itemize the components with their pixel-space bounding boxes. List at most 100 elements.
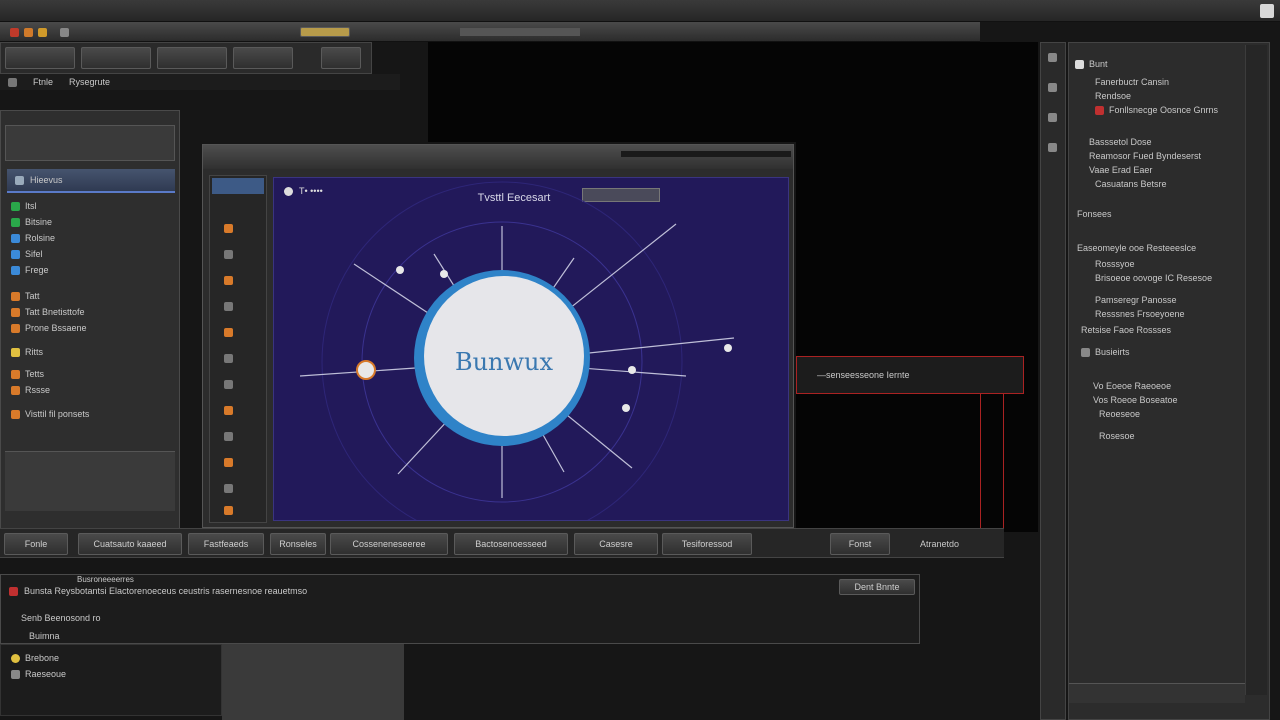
left-panel-header[interactable]: Hieevus: [7, 169, 175, 193]
property-row: Vaae Erad Eaer: [1075, 163, 1243, 177]
property-row: Pamseregr Panosse: [1075, 293, 1243, 307]
tree-item[interactable]: Itsl: [11, 199, 173, 213]
tool-icon[interactable]: [224, 276, 233, 285]
callout-box[interactable]: —senseesseone Iernte: [796, 356, 1024, 394]
property-text: Casuatans Betsre: [1095, 179, 1167, 189]
tab[interactable]: Fastfeaeds: [188, 533, 264, 555]
menu-icon[interactable]: [8, 77, 17, 87]
error-icon: [9, 586, 18, 596]
gray-tool-icon[interactable]: [60, 28, 69, 37]
tool-icon[interactable]: [224, 458, 233, 467]
tree-item[interactable]: Tetts: [11, 367, 173, 381]
title-bar: [0, 0, 1280, 22]
item-icon: [11, 653, 20, 663]
property-row: Easeomeyle ooe Resteeeslce: [1075, 241, 1243, 255]
tool-strip-header: [212, 178, 264, 194]
tree-item-label: Prone Bssaene: [25, 323, 87, 333]
property-row: Rosssyoe: [1075, 257, 1243, 271]
tree-item-label: Itsl: [25, 201, 37, 211]
tool-icon[interactable]: [224, 406, 233, 415]
tree-item[interactable]: Bitsine: [11, 215, 173, 229]
panel-icon[interactable]: [1048, 113, 1057, 122]
toolbar-button[interactable]: [81, 47, 151, 69]
dark-viewport: [428, 42, 1038, 142]
tree-item[interactable]: Sifel: [11, 247, 173, 261]
tree-item[interactable]: Rolsine: [11, 231, 173, 245]
tree-item[interactable]: Rssse: [11, 383, 173, 397]
tree-item-label: Tatt: [25, 291, 40, 301]
toolbar-slider[interactable]: [300, 27, 350, 37]
tab[interactable]: Fonst: [830, 533, 890, 555]
tool-icon[interactable]: [224, 432, 233, 441]
tab[interactable]: Fonle: [4, 533, 68, 555]
tool-icon[interactable]: [224, 354, 233, 363]
tree-item[interactable]: Tatt: [11, 289, 173, 303]
property-row: Bunt: [1075, 57, 1243, 71]
satellite-node[interactable]: [622, 404, 630, 412]
tool-icon[interactable]: [224, 506, 233, 515]
tab[interactable]: Cosseneneseeree: [330, 533, 448, 555]
tree-item-label: Rolsine: [25, 233, 56, 243]
tool-icon[interactable]: [224, 224, 233, 233]
satellite-node[interactable]: [724, 344, 732, 352]
item-icon: [11, 201, 20, 211]
tree-item[interactable]: Ritts: [11, 345, 173, 359]
satellite-node[interactable]: [396, 266, 404, 274]
panel-icon[interactable]: [1048, 83, 1057, 92]
tool-icon[interactable]: [224, 484, 233, 493]
red-record-icon[interactable]: [10, 28, 19, 37]
property-text: Vaae Erad Eaer: [1089, 165, 1153, 175]
toolbar-button[interactable]: [233, 47, 293, 69]
satellite-node[interactable]: [628, 366, 636, 374]
tree-item-label: Sifel: [25, 249, 43, 259]
tool-icon[interactable]: [224, 250, 233, 259]
tree-item[interactable]: Visttil fil ponsets: [11, 407, 173, 421]
tab[interactable]: Cuatsauto kaaeed: [78, 533, 182, 555]
tool-icon[interactable]: [224, 328, 233, 337]
tree-item-label: Ritts: [25, 347, 43, 357]
output-line-3: Buimna: [29, 631, 60, 641]
output-item[interactable]: Brebone: [11, 651, 221, 665]
item-icon: [11, 233, 20, 243]
window-icon[interactable]: [1260, 4, 1274, 18]
orange-tool-icon[interactable]: [24, 28, 33, 37]
tool-icon[interactable]: [224, 302, 233, 311]
diagram-canvas[interactable]: T• •••• Tvsttl Eecesart Bunwux: [273, 177, 789, 521]
panel-icon[interactable]: [1048, 143, 1057, 152]
main-toolbar: [0, 22, 980, 42]
property-text: Vos Roeoe Boseatoe: [1093, 395, 1178, 405]
toolbar-button[interactable]: [157, 47, 227, 69]
tab[interactable]: Tesiforessod: [662, 533, 752, 555]
property-row: Basssetol Dose: [1075, 135, 1243, 149]
property-row: Brisoeoe oovoge IC Resesoe: [1075, 271, 1243, 285]
tool-icon[interactable]: [224, 380, 233, 389]
output-panel: Busroneeeerres Bunsta Reysbotantsi Elact…: [0, 574, 920, 644]
toolbar-button[interactable]: [5, 47, 75, 69]
orange-tool-icon[interactable]: [38, 28, 47, 37]
property-row: Fonllsnecge Oosnce Gnrns: [1075, 103, 1243, 117]
tree-item[interactable]: Prone Bssaene: [11, 321, 173, 335]
panel-icon[interactable]: [1048, 53, 1057, 62]
menu-item[interactable]: Rysegrute: [69, 77, 110, 87]
property-row: Busieirts: [1075, 345, 1243, 359]
item-icon: [1095, 105, 1104, 115]
satellite-node[interactable]: [356, 360, 376, 380]
tab[interactable]: Ronseles: [270, 533, 326, 555]
output-item[interactable]: Raeseoue: [11, 667, 221, 681]
left-panel-toolbar: [5, 125, 175, 161]
folder-icon: [15, 175, 24, 185]
satellite-node[interactable]: [440, 270, 448, 278]
tab[interactable]: Casesre: [574, 533, 658, 555]
tool-strip: [209, 175, 267, 523]
property-text: Resssnes Frsoeyoene: [1095, 309, 1185, 319]
menu-item[interactable]: Ftnle: [33, 77, 53, 87]
tree-item[interactable]: Tatt Bnetisttofe: [11, 305, 173, 319]
property-text: Vo Eoeoe Raeoeoe: [1093, 381, 1172, 391]
item-icon: [11, 385, 20, 395]
tree-item-label: Tatt Bnetisttofe: [25, 307, 85, 317]
tree-item[interactable]: Frege: [11, 263, 173, 277]
output-button[interactable]: Dent Bnnte: [839, 579, 915, 595]
right-panel-scroll[interactable]: [1245, 45, 1267, 695]
toolbar-button[interactable]: [321, 47, 361, 69]
tab[interactable]: Bactosenoesseed: [454, 533, 568, 555]
